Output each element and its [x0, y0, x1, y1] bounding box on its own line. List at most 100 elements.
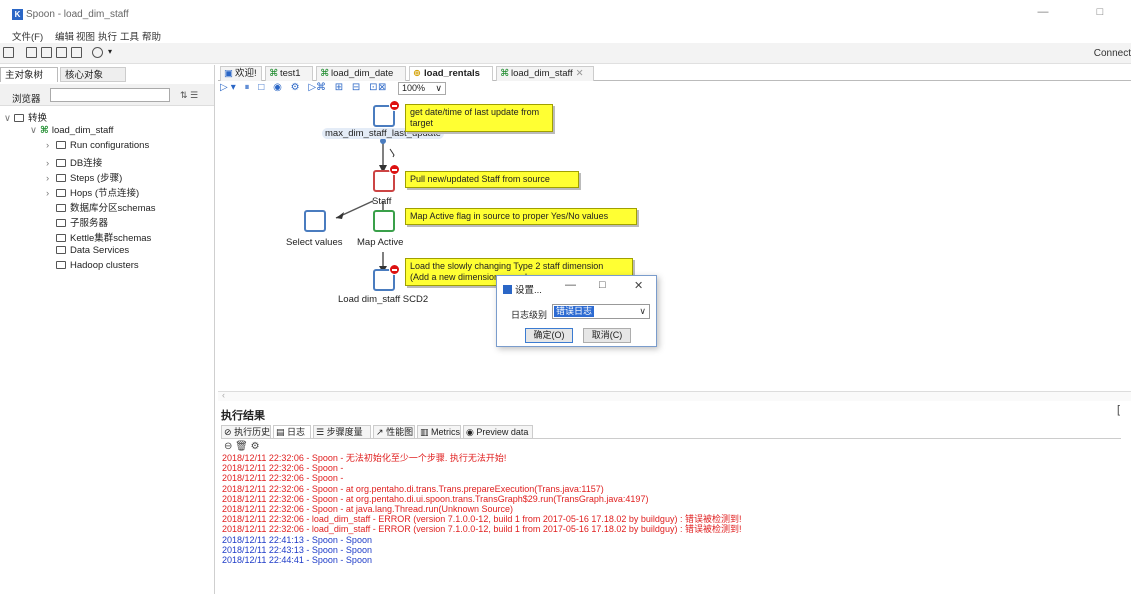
settings-gear-icon[interactable]: ⚙	[251, 441, 260, 452]
folder-icon	[56, 246, 66, 254]
history-icon: ⊘	[224, 427, 232, 437]
log-line: 2018/12/11 22:44:41 - Spoon - Spoon	[222, 555, 372, 566]
tree-item-load-dim-staff[interactable]: ∨ ⌘ load_dim_staff	[30, 125, 113, 136]
menu-view[interactable]: 视图	[76, 29, 95, 43]
maximize-panel-icon[interactable]: [	[1117, 404, 1120, 416]
menu-tools[interactable]: 工具	[120, 29, 139, 43]
open-file-icon[interactable]	[26, 47, 37, 58]
note-pull-staff[interactable]: Pull new/updated Staff from source	[405, 171, 579, 188]
chevron-right-icon: ›	[46, 158, 50, 169]
dialog-maximize-button[interactable]: □	[599, 279, 606, 291]
clear-log-icon[interactable]: ⊖	[224, 441, 232, 452]
tree-item-steps[interactable]: › Steps (步骤)	[46, 170, 122, 184]
debug-tools-icon[interactable]: ⌘ ⊞ ⊟ ⊡	[316, 82, 380, 93]
tab-performance-graph[interactable]: ↗ 性能图	[373, 425, 415, 438]
step-map-active-icon[interactable]	[373, 210, 395, 232]
zoom-select[interactable]: 100% ∨	[398, 82, 446, 95]
log-line: 2018/12/11 22:32:06 - load_dim_staff - E…	[222, 524, 742, 535]
left-panel: 主对象树 核心对象 浏览器 ⇅ ☰ ∨ 转换 ∨ ⌘ load_dim_staff ›…	[0, 65, 215, 594]
ok-button[interactable]: 确定(O)	[525, 328, 573, 343]
note-map-active[interactable]: Map Active flag in source to proper Yes/…	[405, 208, 637, 225]
chevron-down-icon[interactable]: ∨	[639, 306, 646, 317]
mouse-cursor-icon	[389, 148, 395, 158]
new-file-icon[interactable]	[3, 47, 14, 58]
transformation-icon: ⌘	[269, 68, 279, 79]
tab-step-metrics[interactable]: ☰ 步骤度量	[313, 425, 371, 438]
log-line: 2018/12/11 22:32:06 - Spoon -	[222, 473, 344, 484]
graph-icon: ↗	[376, 427, 384, 437]
close-icon[interactable]: ✕	[576, 68, 584, 79]
search-input[interactable]	[50, 88, 170, 102]
spoon-logo-icon: K	[12, 9, 23, 20]
save-as-icon[interactable]	[71, 47, 82, 58]
tab-load-rentals[interactable]: ⊕ load_rentals	[409, 66, 493, 81]
log-tools: ⊖ 🗑 ⚙	[224, 441, 260, 452]
note-get-date[interactable]: get date/time of last update from target	[405, 104, 553, 132]
log-level-select[interactable]: 错误日志 ∨	[552, 304, 650, 319]
transformation-canvas[interactable]: max_dim_staff_last_update get date/time …	[218, 97, 1131, 397]
menu-edit[interactable]: 编辑	[55, 29, 74, 43]
hops-layer	[335, 137, 395, 273]
save-icon[interactable]	[56, 47, 67, 58]
main-toolbar: ▾ Connect	[0, 43, 1131, 64]
maximize-button[interactable]: □	[1089, 6, 1111, 22]
explore-repository-icon[interactable]	[41, 47, 52, 58]
log-line: 2018/12/11 22:41:13 - Spoon - Spoon	[222, 534, 372, 545]
dialog-minimize-button[interactable]: —	[565, 279, 576, 291]
menu-file[interactable]: 文件(F)	[12, 29, 43, 43]
cancel-button[interactable]: 取消(C)	[583, 328, 631, 343]
menu-help[interactable]: 帮助	[142, 29, 161, 43]
tab-test1[interactable]: ⌘ test1	[265, 66, 313, 81]
horizontal-scrollbar[interactable]: ‹	[218, 390, 1131, 401]
log-level-value: 错误日志	[554, 306, 595, 317]
tab-main-tree[interactable]: 主对象树	[0, 67, 58, 82]
log-line: 2018/12/11 22:32:06 - Spoon - at org.pen…	[222, 483, 604, 494]
run-controls-icon[interactable]: ▷▾ ⏸ □ ◉ ⚙ ▷	[220, 82, 319, 93]
step-select-values-icon[interactable]	[304, 210, 326, 232]
align-icon[interactable]: ⊠	[378, 82, 386, 93]
tree-item-slave-servers[interactable]: 子服务器	[56, 215, 108, 229]
tab-welcome[interactable]: ▣ 欢迎!	[220, 66, 262, 81]
step-label-select-values[interactable]: Select values	[286, 237, 343, 248]
menu-run[interactable]: 执行	[98, 29, 117, 43]
tab-preview-data[interactable]: ◉ Preview data	[463, 425, 533, 438]
tree-item-cluster-schemas[interactable]: Kettle集群schemas	[56, 230, 151, 244]
perspective-icon[interactable]	[92, 47, 103, 58]
folder-icon	[56, 261, 66, 269]
tab-load-dim-staff[interactable]: ⌘ load_dim_staff ✕	[496, 66, 594, 81]
trash-icon[interactable]: 🗑	[235, 441, 248, 452]
menu-bar: 文件(F) 编辑 视图 执行 工具 帮助	[0, 28, 1131, 43]
tree-item-data-services[interactable]: Data Services	[56, 245, 129, 256]
folder-icon	[56, 141, 66, 149]
results-title: 执行结果	[221, 410, 265, 422]
tab-metrics[interactable]: ▥ Metrics	[417, 425, 461, 438]
chevron-right-icon: ›	[46, 188, 50, 199]
tree-item-partition-schemas[interactable]: 数据库分区schemas	[56, 200, 156, 214]
step-label-map-active[interactable]: Map Active	[357, 237, 403, 248]
tree-item-hadoop-clusters[interactable]: Hadoop clusters	[56, 260, 139, 271]
tree-root-transformation[interactable]: ∨ 转换	[4, 110, 47, 124]
settings-dialog: 设置... — □ ✕ 日志级别 错误日志 ∨ 确定(O) 取消(C)	[496, 275, 657, 347]
tree-item-run-configurations[interactable]: › Run configurations	[46, 140, 149, 151]
chevron-down-icon[interactable]: ▾	[108, 47, 112, 56]
tab-load-dim-date[interactable]: ⌘ load_dim_date	[316, 66, 406, 81]
minimize-button[interactable]: —	[1032, 6, 1054, 22]
step-label-load-dim-staff[interactable]: Load dim_staff SCD2	[338, 294, 428, 305]
tab-execution-history[interactable]: ⊘ 执行历史	[221, 425, 271, 438]
folder-icon	[56, 204, 66, 212]
tree-item-db-connections[interactable]: › DB连接	[46, 155, 102, 169]
connect-button[interactable]: Connect	[1094, 48, 1131, 59]
window-title: Spoon - load_dim_staff	[26, 9, 129, 20]
chevron-down-icon[interactable]: ∨	[30, 125, 40, 136]
log-line: 2018/12/11 22:32:06 - Spoon - 无法初始化至少一个步…	[222, 453, 507, 463]
collapse-expand-icon[interactable]: ⇅ ☰	[180, 90, 198, 101]
chevron-down-icon[interactable]: ∨	[4, 113, 14, 124]
step-label-staff[interactable]: Staff	[372, 196, 391, 207]
tab-core-objects[interactable]: 核心对象	[60, 67, 126, 82]
dialog-close-button[interactable]: ✕	[634, 279, 643, 292]
tab-logging[interactable]: ▤ 日志	[273, 425, 311, 438]
transformation-icon: ⌘	[320, 68, 330, 79]
note-line-1: Load the slowly changing Type 2 staff di…	[410, 261, 604, 271]
tree-item-hops[interactable]: › Hops (节点连接)	[46, 185, 139, 199]
chevron-down-icon: ∨	[435, 83, 442, 93]
